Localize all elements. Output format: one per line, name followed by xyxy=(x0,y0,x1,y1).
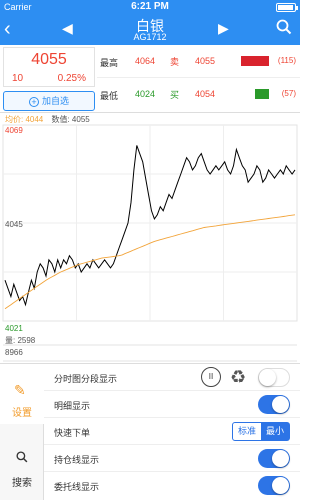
y-tick-mid: 4045 xyxy=(5,220,23,229)
wrench-icon: ✎ xyxy=(14,382,26,398)
tab-search[interactable]: 搜索 xyxy=(0,434,44,494)
volume-max-label: 8966 xyxy=(5,348,23,357)
pause-icon[interactable]: II xyxy=(201,367,221,387)
price-change-percent: 0.25% xyxy=(57,73,86,84)
bid-price: 4054 xyxy=(195,89,216,99)
volume-label: 量: 2598 xyxy=(5,336,36,345)
next-contract-icon[interactable]: ▶ xyxy=(218,20,229,37)
buy-label: 买 xyxy=(170,90,180,100)
quick-order-standard[interactable]: 标准 xyxy=(233,423,261,440)
high-row: 最高 4064 卖 4055 (115) xyxy=(97,45,300,78)
last-price: 4055 xyxy=(31,51,67,68)
setting-label: 分时图分段显示 xyxy=(54,374,118,384)
setting-quick-order: 快速下单 标准 最小 xyxy=(44,418,300,445)
quick-order-minimum[interactable]: 最小 xyxy=(261,423,289,440)
panel-tabs: ✎ 设置 搜索 xyxy=(0,364,44,500)
last-price-box: 4055 10 0.25% xyxy=(3,47,95,87)
low-value: 4024 xyxy=(135,89,156,99)
add-watchlist-button[interactable]: + 加自选 xyxy=(3,91,95,111)
setting-label: 明细显示 xyxy=(54,401,91,411)
value-label: 数值: 4055 xyxy=(51,115,90,124)
high-value: 4064 xyxy=(135,56,156,66)
chart-canvas xyxy=(2,124,298,362)
tab-settings[interactable]: ✎ 设置 xyxy=(0,364,44,424)
quote-panel: 4055 10 0.25% + 加自选 最高 4064 卖 4055 (115) … xyxy=(0,45,300,113)
quick-order-segment: 标准 最小 xyxy=(232,422,290,441)
intraday-chart[interactable]: 均价: 4044 数值: 4055 4069 4045 4021 量: 2598… xyxy=(0,113,300,363)
segment-display-toggle[interactable] xyxy=(258,368,290,387)
bid-volume-bar xyxy=(255,89,269,99)
setting-label: 持仓线显示 xyxy=(54,455,100,465)
bid-volume: (57) xyxy=(281,89,296,98)
sell-label: 卖 xyxy=(170,57,180,67)
battery-icon xyxy=(276,3,298,12)
settings-panel: ✎ 设置 搜索 分时图分段显示 II ♻ 明细显示 快速下单 标准 最小 持仓线… xyxy=(0,363,300,500)
price-change: 10 xyxy=(12,73,24,84)
top-bar: Carrier 6:21 PM ‹ ◀ 白银 AG1712 ▶ xyxy=(0,0,300,45)
y-tick-high: 4069 xyxy=(5,126,23,135)
chart-info: 均价: 4044 数值: 4055 xyxy=(5,114,90,125)
setting-label: 委托线显示 xyxy=(54,482,100,492)
ask-volume-bar xyxy=(241,56,269,66)
tab-search-label: 搜索 xyxy=(12,478,32,489)
add-watchlist-label: 加自选 xyxy=(41,96,69,106)
ask-price: 4055 xyxy=(195,56,216,66)
status-bar: Carrier 6:21 PM xyxy=(0,0,300,14)
plus-circle-icon: + xyxy=(28,97,39,107)
nav-bar: ‹ ◀ 白银 AG1712 ▶ xyxy=(0,14,300,45)
setting-detail-display: 明细显示 xyxy=(44,391,300,418)
contract-code: AG1712 xyxy=(133,32,167,42)
tab-settings-label: 设置 xyxy=(12,408,32,419)
price-summary: 4055 10 0.25% + 加自选 xyxy=(3,47,95,111)
low-label: 最低 xyxy=(100,91,119,101)
setting-order-line: 委托线显示 xyxy=(44,472,300,499)
detail-display-toggle[interactable] xyxy=(258,395,290,414)
recycle-icon[interactable]: ♻ xyxy=(230,366,246,388)
y-tick-low: 4021 xyxy=(5,324,23,333)
search-icon[interactable] xyxy=(276,19,292,35)
order-line-toggle[interactable] xyxy=(258,476,290,495)
settings-list: 分时图分段显示 II ♻ 明细显示 快速下单 标准 最小 持仓线显示 委托线显示 xyxy=(44,364,300,500)
setting-label: 快速下单 xyxy=(54,428,91,438)
ask-volume: (115) xyxy=(277,56,296,65)
setting-segment-display: 分时图分段显示 II ♻ xyxy=(44,364,300,391)
clock: 6:21 PM xyxy=(131,1,169,12)
high-label: 最高 xyxy=(100,58,119,68)
depth-panel: 最高 4064 卖 4055 (115) 最低 4024 买 4054 (57) xyxy=(97,45,300,112)
setting-position-line: 持仓线显示 xyxy=(44,445,300,472)
position-line-toggle[interactable] xyxy=(258,449,290,468)
avg-price-label: 均价: 4044 xyxy=(5,115,44,124)
search-icon xyxy=(16,451,28,463)
low-row: 最低 4024 买 4054 (57) xyxy=(97,78,300,111)
